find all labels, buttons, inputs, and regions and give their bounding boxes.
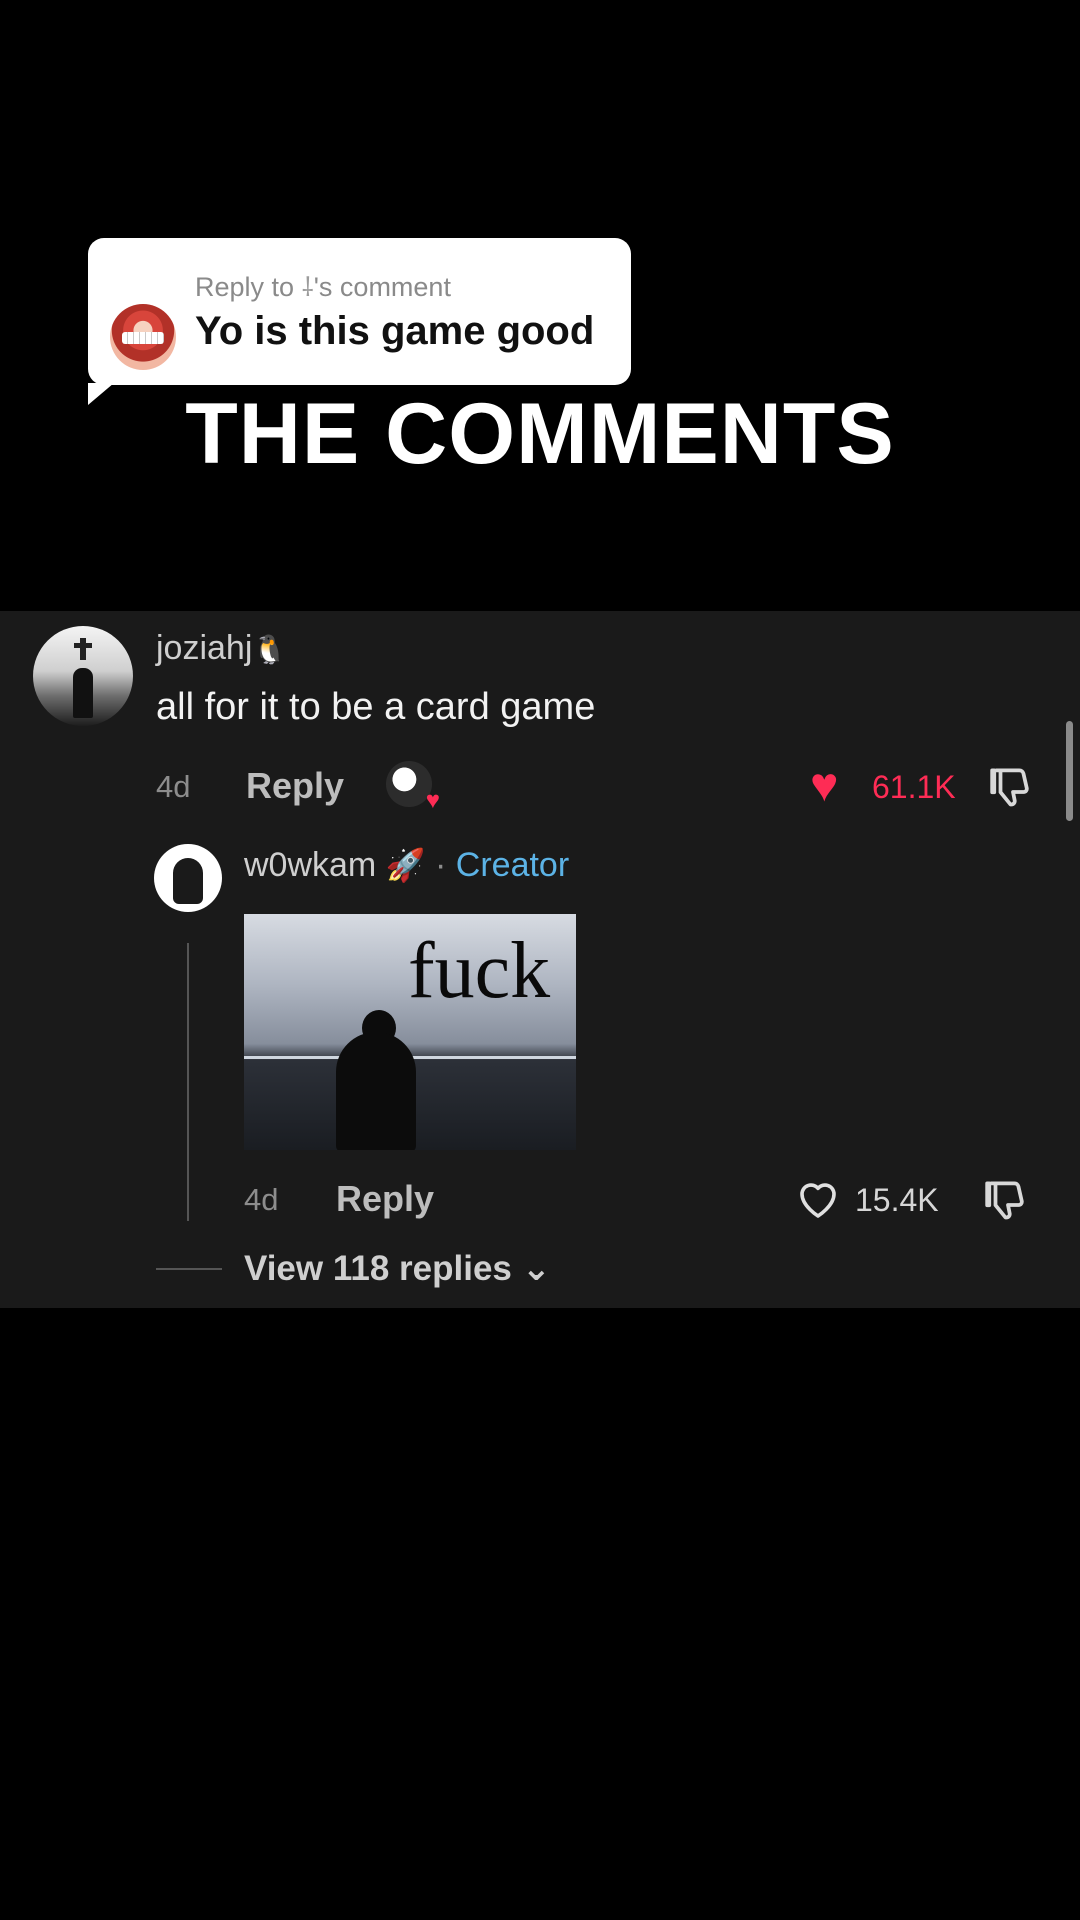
image-caption: fuck <box>408 927 551 1015</box>
cross-icon <box>74 638 92 660</box>
rocket-icon: 🚀 <box>385 846 426 884</box>
heart-filled-icon[interactable]: ♥ <box>810 762 839 810</box>
chevron-down-icon: ⌄ <box>521 1249 551 1289</box>
reply-to-label: Reply to ⸸'s comment <box>195 268 451 304</box>
reply-to-sticker: Reply to ⸸'s comment Yo is this game goo… <box>88 238 631 405</box>
headline: THE COMMENTS <box>185 386 895 482</box>
comment-reply-button[interactable]: Reply <box>246 765 344 807</box>
reply-image-attachment[interactable]: fuck <box>244 914 576 1150</box>
liked-by-creator-badge: ♥ <box>386 761 440 813</box>
scrollbar[interactable] <box>1066 721 1073 821</box>
reply-timestamp: 4d <box>244 1182 279 1217</box>
heart-outline-icon[interactable] <box>794 1175 842 1223</box>
dislike-icon[interactable] <box>988 762 1038 812</box>
reply-reply-button[interactable]: Reply <box>336 1178 434 1220</box>
penguin-icon: 🐧 <box>252 633 288 666</box>
silhouette-graphic <box>173 858 203 904</box>
view-replies-button[interactable]: View 118 replies ⌄ <box>244 1249 551 1289</box>
replied-user-avatar <box>110 304 176 370</box>
dislike-icon[interactable] <box>983 1175 1033 1225</box>
comment-username-text: joziahj <box>156 629 253 667</box>
comment-text: all for it to be a card game <box>156 686 596 728</box>
reply-to-suffix: 's comment <box>313 272 451 302</box>
reply-like-count: 15.4K <box>855 1182 939 1218</box>
reply-avatar[interactable] <box>154 844 222 912</box>
avatar-teeth-graphic <box>122 332 164 344</box>
comment-panel: joziahj🐧 all for it to be a card game 4d… <box>0 611 1080 1308</box>
thread-line <box>187 943 189 1221</box>
separator-dot: · <box>435 846 447 884</box>
reply-username-text: w0wkam <box>244 846 377 884</box>
reply-username[interactable]: w0wkam 🚀 · Creator <box>244 846 569 885</box>
replied-user-name-glyph: ⸸ <box>301 273 314 303</box>
view-replies-label: View 118 replies <box>244 1249 512 1288</box>
comment-username[interactable]: joziahj🐧 <box>156 629 287 668</box>
view-replies-divider <box>156 1268 222 1270</box>
avatar[interactable] <box>33 626 133 726</box>
replied-comment-text: Yo is this game good <box>195 309 595 353</box>
comment-like-count: 61.1K <box>872 769 956 805</box>
person-silhouette <box>336 1032 416 1150</box>
figure-silhouette <box>73 668 93 718</box>
heart-icon: ♥ <box>425 787 440 814</box>
creator-badge: Creator <box>455 846 570 884</box>
comment-timestamp: 4d <box>156 769 191 804</box>
reply-to-prefix: Reply to <box>195 272 302 302</box>
